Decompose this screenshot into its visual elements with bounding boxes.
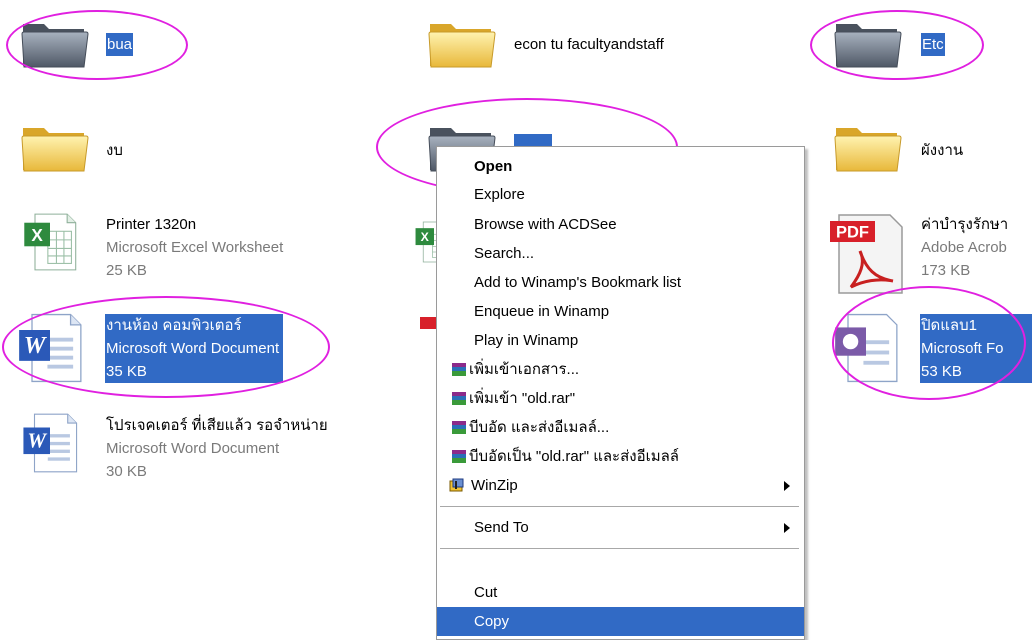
menu-item-label: Send To: [474, 519, 529, 536]
file-name: Etc: [921, 33, 945, 56]
menu-separator: [440, 548, 799, 549]
file-name: ปิดแลบ1: [921, 317, 977, 334]
folder-icon: [20, 118, 90, 174]
winrar-icon: [452, 363, 466, 376]
menu-item-rar-add-archive[interactable]: เพิ่มเข้าเอกสาร...: [437, 355, 804, 384]
pdf-document-icon: [420, 317, 436, 329]
word-document-icon: [10, 412, 90, 474]
pdf-document-icon: [826, 212, 906, 296]
folder-icon: [833, 118, 903, 174]
folder-icon: [20, 14, 90, 70]
file-size: 173 KB: [921, 262, 971, 279]
file-type: Microsoft Fo: [921, 340, 1004, 357]
file-name: งานห้อง คอมพิวเตอร์: [106, 317, 242, 334]
menu-separator: [440, 506, 799, 507]
submenu-arrow-icon: [784, 523, 790, 533]
submenu-arrow-icon: [784, 481, 790, 491]
menu-item-enqueue-winamp[interactable]: Enqueue in Winamp: [437, 297, 804, 326]
menu-item-copy[interactable]: Copy: [437, 607, 804, 636]
menu-item-search[interactable]: Search...: [437, 239, 804, 268]
file-type: Adobe Acrob: [921, 239, 1007, 256]
winrar-icon: [452, 450, 466, 463]
menu-item-explore[interactable]: Explore: [437, 180, 804, 209]
menu-item-browse-acdsee[interactable]: Browse with ACDSee: [437, 210, 804, 239]
menu-item-label: เพิ่มเข้า "old.rar": [469, 390, 576, 407]
menu-item-add-winamp-bookmark[interactable]: Add to Winamp's Bookmark list: [437, 268, 804, 297]
menu-item-cut[interactable]: Cut: [437, 578, 804, 607]
winrar-icon: [452, 421, 466, 434]
form-document-icon: [826, 312, 906, 384]
folder-icon: [427, 14, 497, 70]
file-name: Printer 1320n: [106, 216, 197, 233]
file-size: 35 KB: [106, 363, 147, 380]
file-type: Microsoft Excel Worksheet: [106, 239, 284, 256]
menu-item-rar-add-old[interactable]: เพิ่มเข้า "old.rar": [437, 384, 804, 413]
menu-item-label: บีบอัดเป็น "old.rar" และส่งอีเมลล์: [469, 448, 679, 465]
menu-item-rar-compress-old-email[interactable]: บีบอัดเป็น "old.rar" และส่งอีเมลล์: [437, 442, 804, 471]
file-name: งบ: [106, 142, 123, 159]
folder-icon: [833, 14, 903, 70]
menu-item-label: บีบอัด และส่งอีเมลล์...: [469, 419, 610, 436]
file-type: Microsoft Word Document: [106, 340, 280, 357]
file-name: ผังงาน: [921, 142, 964, 159]
menu-item-winzip[interactable]: WinZip: [437, 471, 804, 500]
winzip-icon: [449, 478, 464, 492]
file-name: econ tu facultyandstaff: [514, 36, 664, 53]
file-type: Microsoft Word Document: [106, 440, 280, 457]
file-name: โปรเจคเตอร์ ที่เสียแล้ว รอจำหน่าย: [106, 417, 328, 434]
word-document-icon: [10, 312, 90, 384]
context-menu: Open Explore Browse with ACDSee Search..…: [436, 146, 805, 640]
menu-item-label: เพิ่มเข้าเอกสาร...: [469, 361, 580, 378]
excel-document-icon: [10, 212, 90, 272]
file-name: ■■■■■: [514, 133, 553, 147]
winrar-icon: [452, 392, 466, 405]
menu-item-label: WinZip: [471, 477, 518, 494]
file-size: 30 KB: [106, 463, 147, 480]
menu-item-open[interactable]: Open: [437, 152, 804, 181]
file-size: 25 KB: [106, 262, 147, 279]
file-name: bua: [106, 33, 134, 56]
file-name: ค่าบำรุงรักษา: [921, 216, 1009, 233]
file-size: 53 KB: [921, 363, 962, 380]
menu-item-play-winamp[interactable]: Play in Winamp: [437, 326, 804, 355]
menu-item-send-to[interactable]: Send To: [437, 513, 804, 542]
menu-item-rar-compress-email[interactable]: บีบอัด และส่งอีเมลล์...: [437, 413, 804, 442]
